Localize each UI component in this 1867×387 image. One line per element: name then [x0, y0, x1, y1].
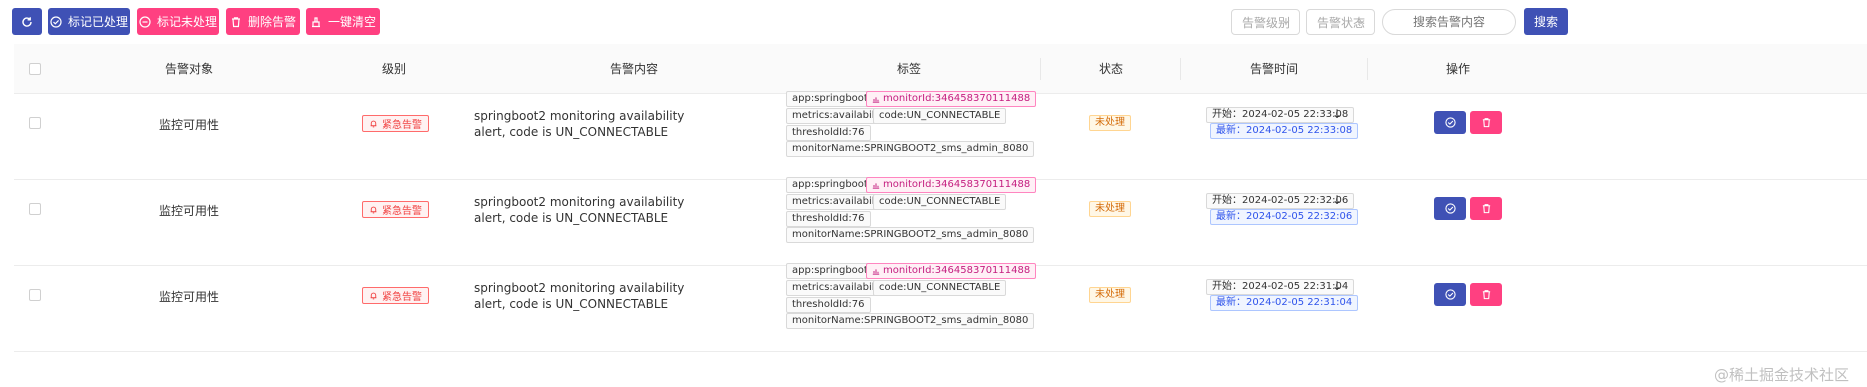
tag: thresholdId:76 [786, 211, 871, 227]
tag: monitorName:SPRINGBOOT2_sms_admin_8080 [786, 141, 1035, 157]
tag: code:UN_CONNECTABLE [873, 280, 1007, 296]
mark-processed-row-button[interactable] [1434, 283, 1466, 306]
column-header-content: 告警内容 [609, 62, 658, 76]
mark-unprocessed-label: 标记未处理 [156, 15, 217, 29]
bell-icon [370, 206, 377, 214]
delete-row-button[interactable] [1470, 197, 1502, 220]
mark-processed-label: 标记已处理 [67, 15, 128, 29]
status-select[interactable]: 告警状态 [1306, 9, 1375, 35]
select-all-checkbox[interactable] [29, 63, 41, 75]
trash-icon [1482, 290, 1490, 300]
tag-monitor-id-label: monitorId:346458370111488 [883, 265, 1031, 276]
level-label: 紧急告警 [382, 292, 422, 303]
search-input[interactable] [1382, 9, 1516, 35]
row-checkbox[interactable] [29, 117, 41, 129]
tag: thresholdId:76 [786, 297, 871, 313]
delete-alerts-button[interactable]: 删除告警 [226, 8, 300, 35]
level-label: 紧急告警 [382, 120, 422, 131]
alert-content: springboot2 monitoring availability aler… [474, 281, 685, 311]
tag-monitor-id-label: monitorId:346458370111488 [883, 179, 1031, 190]
tag: monitorName:SPRINGBOOT2_sms_admin_8080 [786, 313, 1035, 329]
row-checkbox[interactable] [29, 289, 41, 301]
alert-content: springboot2 monitoring availability aler… [474, 195, 685, 225]
search-label: 搜索 [1533, 15, 1558, 29]
mark-processed-row-button[interactable] [1434, 197, 1466, 220]
clear-icon [311, 16, 320, 27]
delete-alerts-label: 删除告警 [247, 15, 296, 29]
check-circle-icon [1444, 289, 1456, 300]
chart-icon [872, 269, 880, 275]
clear-all-label: 一键清空 [327, 15, 376, 29]
chevron-down-icon [1357, 20, 1365, 25]
status-badge: 未处理 [1089, 287, 1131, 303]
chevron-down-icon [1282, 20, 1290, 25]
delete-row-button[interactable] [1470, 283, 1502, 306]
arrow-down-icon: ↓ [1332, 279, 1343, 293]
trash-icon [231, 16, 240, 27]
delete-row-button[interactable] [1470, 111, 1502, 134]
table-header: 告警对象 级别 告警内容 标签 状态 告警时间 操作 [14, 44, 1867, 94]
toolbar: 标记已处理 标记未处理 删除告警 一键清空 告警级别 告警状态 搜索 [0, 0, 1867, 44]
bell-icon [370, 120, 377, 128]
alert-target: 监控可用性 [158, 118, 219, 132]
level-label: 紧急告警 [382, 206, 422, 217]
latest-time: 最新：2024-02-05 22:33:08 [1210, 123, 1359, 139]
level-badge: 紧急告警 [362, 287, 429, 304]
latest-time: 最新：2024-02-05 22:32:06 [1210, 209, 1359, 225]
status-badge: 未处理 [1089, 201, 1131, 217]
level-badge: 紧急告警 [362, 115, 429, 132]
watermark: @稀土掘金技术社区 [1713, 366, 1849, 384]
check-circle-icon [50, 15, 62, 28]
arrow-down-icon: ↓ [1332, 107, 1343, 121]
status-badge: 未处理 [1089, 115, 1131, 131]
mark-processed-button[interactable]: 标记已处理 [48, 8, 130, 35]
check-circle-icon [1444, 203, 1456, 214]
bell-icon [370, 292, 377, 300]
tag: thresholdId:76 [786, 125, 871, 141]
level-badge: 紧急告警 [362, 201, 429, 218]
mark-processed-row-button[interactable] [1434, 111, 1466, 134]
tag-monitor-id: monitorId:346458370111488 [866, 263, 1037, 279]
trash-icon [1482, 204, 1490, 214]
table-row: 监控可用性 紧急告警 springboot2 monitoring availa… [14, 91, 1867, 180]
column-header-time: 告警时间 [1249, 62, 1298, 76]
column-header-actions: 操作 [1445, 62, 1470, 76]
alert-target: 监控可用性 [158, 290, 219, 304]
tag-monitor-id-label: monitorId:346458370111488 [883, 93, 1031, 104]
level-select[interactable]: 告警级别 [1231, 9, 1300, 35]
chart-icon [872, 97, 880, 103]
column-header-status: 状态 [1098, 62, 1123, 76]
tag: code:UN_CONNECTABLE [873, 108, 1007, 124]
latest-time: 最新：2024-02-05 22:31:04 [1210, 295, 1359, 311]
check-circle-icon [1444, 117, 1456, 128]
table-row: 监控可用性 紧急告警 springboot2 monitoring availa… [14, 263, 1867, 352]
clear-all-button[interactable]: 一键清空 [306, 8, 380, 35]
row-checkbox[interactable] [29, 203, 41, 215]
tag-monitor-id: monitorId:346458370111488 [866, 91, 1037, 107]
minus-circle-icon [139, 15, 151, 28]
refresh-icon [22, 16, 32, 27]
refresh-button[interactable] [12, 8, 42, 35]
tag: monitorName:SPRINGBOOT2_sms_admin_8080 [786, 227, 1035, 243]
trash-icon [1482, 118, 1490, 128]
column-header-target: 告警对象 [164, 62, 213, 76]
column-header-level: 级别 [381, 62, 406, 76]
search-button[interactable]: 搜索 [1524, 8, 1568, 35]
tag-monitor-id: monitorId:346458370111488 [866, 177, 1037, 193]
mark-unprocessed-button[interactable]: 标记未处理 [137, 8, 219, 35]
arrow-down-icon: ↓ [1332, 193, 1343, 207]
column-header-tags: 标签 [896, 62, 921, 76]
alert-content: springboot2 monitoring availability aler… [474, 109, 685, 139]
table-row: 监控可用性 紧急告警 springboot2 monitoring availa… [14, 177, 1867, 266]
alert-target: 监控可用性 [158, 204, 219, 218]
chart-icon [872, 183, 880, 189]
tag: code:UN_CONNECTABLE [873, 194, 1007, 210]
